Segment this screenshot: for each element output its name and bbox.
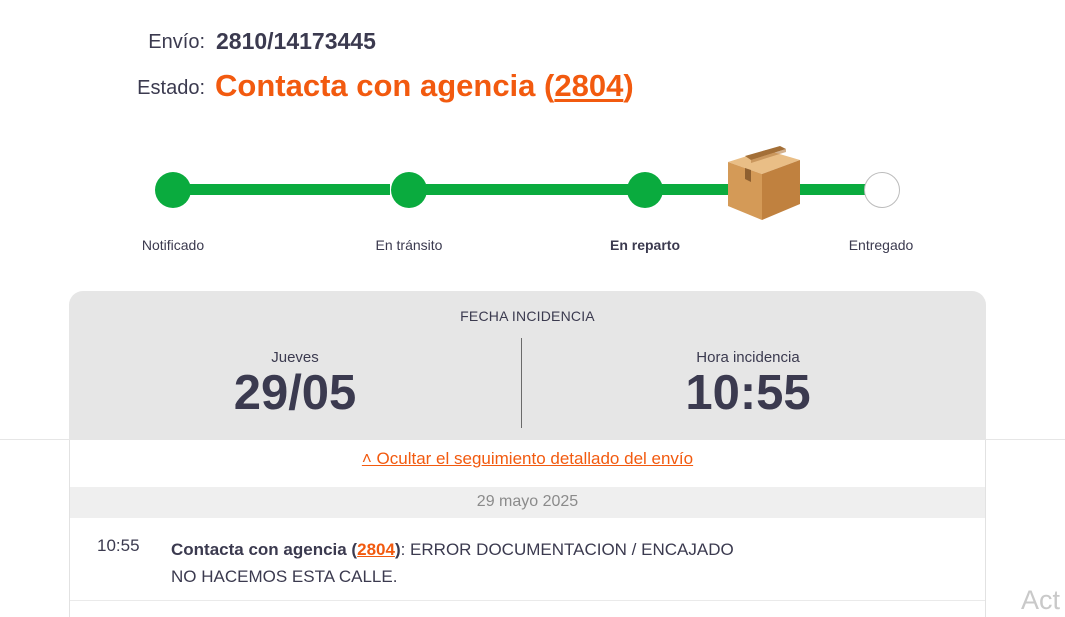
incident-day-label: Jueves [271,349,319,366]
event-status: Contacta con agencia ( [171,540,358,559]
estado-close-paren: ) [623,68,634,103]
tracking-details-panel: ˄ Ocultar el seguimiento detallado del e… [69,440,986,617]
incident-time-label: Hora incidencia [696,349,800,366]
envio-number: 2810/14173445 [216,28,376,54]
step-label-entregado: Entregado [848,237,914,253]
incident-time: 10:55 [685,366,811,420]
step-dot-entregado [864,172,900,208]
step-dot-notificado [155,172,191,208]
incident-date: 29/05 [233,366,357,420]
event-date-header: 29 mayo 2025 [476,493,579,510]
step-dot-en-reparto [627,172,663,208]
event-time: 10:55 [97,536,140,555]
estado-value: Contacta con agencia (2804) [215,68,634,104]
package-box-icon [728,146,800,220]
tracker-segment-2 [426,184,628,195]
incident-title: FECHA INCIDENCIA [460,308,595,324]
event-row-divider [70,600,985,601]
event-message-line-2: NO HACEMOS ESTA CALLE. [171,567,398,586]
tracking-page: Envío: 2810/14173445 Estado: Contacta co… [0,0,1065,617]
estado-label: Estado: [137,77,205,99]
event-agency-link[interactable]: 2804 [357,540,395,559]
event-message-line-1: : ERROR DOCUMENTACION / ENCAJADO [400,540,734,559]
incident-card: FECHA INCIDENCIA Jueves 29/05 Hora incid… [69,291,986,440]
tracker-segment-1 [190,184,390,195]
estado-agency-link[interactable]: 2804 [554,68,623,103]
step-label-notificado: Notificado [141,237,205,253]
step-label-en-transito: En tránsito [375,237,443,253]
event-description: Contacta con agencia (2804): ERROR DOCUM… [171,536,734,590]
step-label-en-reparto: En reparto [609,237,681,253]
incident-divider [521,338,522,428]
hide-details-link[interactable]: ˄ Ocultar el seguimiento detallado del e… [70,449,985,469]
estado-status-text: Contacta con agencia ( [215,68,555,103]
activation-watermark: Act [1021,585,1061,615]
step-dot-en-transito [391,172,427,208]
envio-label: Envío: [148,31,205,53]
